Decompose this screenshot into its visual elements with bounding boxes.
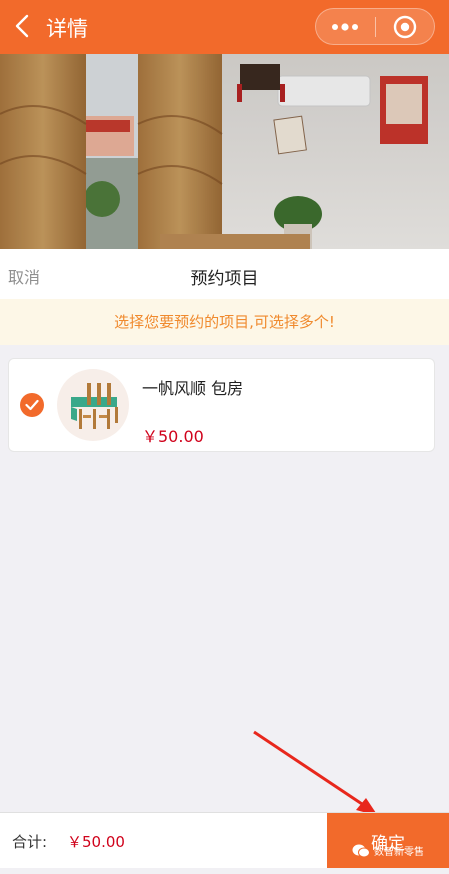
close-mini-program-button[interactable] (375, 9, 434, 44)
back-button[interactable] (8, 12, 36, 40)
mini-program-capsule (315, 8, 435, 45)
wechat-icon (352, 844, 370, 857)
nav-bar: 详情 (0, 0, 449, 54)
page-title: 详情 (46, 17, 88, 41)
room-photo (0, 54, 449, 249)
sheet-title: 预约项目 (190, 269, 259, 289)
total-amount: ￥50.00 (67, 833, 125, 851)
checkout-bar: 合计: ￥50.00 确定 (0, 812, 449, 869)
item-price: ￥50.00 (142, 427, 204, 446)
dining-table-icon (71, 383, 118, 429)
target-circle-icon (393, 15, 416, 38)
reservation-sheet-header: 取消 预约项目 (0, 249, 449, 299)
selection-notice: 选择您要预约的项目,可选择多个! (0, 299, 449, 345)
more-button[interactable] (316, 9, 375, 44)
item-thumbnail (57, 369, 129, 441)
checkmark-icon (25, 399, 39, 411)
chevron-left-icon (15, 14, 29, 38)
more-dots-icon (332, 22, 359, 31)
bottom-gap (0, 868, 449, 874)
item-name: 一帆风顺 包房 (142, 379, 244, 398)
confirm-button[interactable]: 确定 (327, 813, 449, 869)
watermark: 数智新零售 (352, 843, 424, 858)
reservation-item-card[interactable]: 一帆风顺 包房 ￥50.00 (8, 358, 435, 452)
total-label: 合计: (12, 833, 48, 851)
watermark-text: 数智新零售 (374, 847, 424, 858)
item-checkbox[interactable] (20, 393, 44, 417)
